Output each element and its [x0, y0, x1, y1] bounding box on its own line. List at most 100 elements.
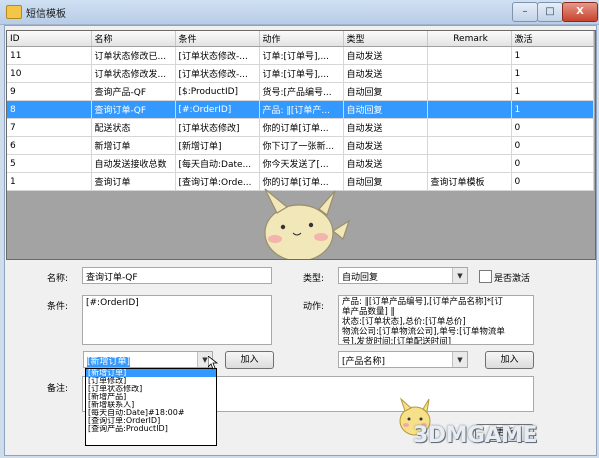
action-textarea[interactable]: 产品: ‖[订单产品编号],[订单产品名称]*[订 单产品数量] ‖ 状态:[订… [338, 295, 534, 345]
cell-action[interactable]: 货号:[产品编号... [259, 82, 344, 101]
cell-id[interactable]: 6 [7, 136, 92, 155]
cell-action[interactable]: 订单:[订单号],... [259, 64, 344, 83]
dropdown-option[interactable]: [订单状态修改] [86, 385, 216, 393]
cell-name[interactable]: 查询产品-QF [91, 82, 176, 101]
cell-type[interactable]: 自动回复 [343, 100, 428, 119]
cell-name[interactable]: 配送状态 [91, 118, 176, 137]
cell-remark[interactable] [427, 82, 512, 101]
type-select[interactable]: 自动回复 ▼ [338, 267, 468, 284]
cell-remark[interactable] [427, 100, 512, 119]
cell-id[interactable]: 10 [7, 64, 92, 83]
dropdown-option[interactable]: [查询订单:OrderID] [86, 417, 216, 425]
condition-dropdown-list[interactable]: [新增订单] [订单修改] [订单状态修改] [新增产品] [新增联系人] [每天自动:D… [85, 368, 217, 446]
cell-action[interactable]: 产品: ‖[订单产... [259, 100, 344, 119]
col-header-id[interactable]: ID [7, 31, 92, 47]
table-row[interactable]: 9 查询产品-QF [$:ProductID] 货号:[产品编号... 自动回复 1 [7, 82, 594, 101]
chevron-down-icon[interactable]: ▼ [452, 268, 467, 283]
cell-remark[interactable] [427, 154, 512, 173]
cell-type[interactable]: 自动发送 [343, 136, 428, 155]
col-header-type[interactable]: 类型 [343, 31, 428, 47]
maximize-button[interactable]: □ [537, 2, 563, 22]
cell-type[interactable]: 自动回复 [343, 82, 428, 101]
dropdown-option[interactable]: [新增联系人] [86, 401, 216, 409]
action-combo[interactable]: [产品名称] ▼ [338, 351, 468, 368]
cell-condition[interactable]: [订单状态修改-... [175, 46, 260, 65]
cell-action[interactable]: 订单:[订单号],... [259, 46, 344, 65]
table-row[interactable]: 8 查询订单-QF [#:OrderID] 产品: ‖[订单产... 自动回复 1 [7, 100, 594, 119]
col-header-condition[interactable]: 条件 [175, 31, 260, 47]
cell-active[interactable]: 0 [511, 118, 594, 137]
cell-type[interactable]: 自动发送 [343, 46, 428, 65]
active-checkbox[interactable] [479, 270, 492, 283]
dropdown-option[interactable]: [每天自动:Date]#18:00# [86, 409, 216, 417]
col-header-action[interactable]: 动作 [259, 31, 344, 47]
table-row[interactable]: 5 自动发送接收总数 [每天自动:Date... 你今天发送了[... 自动发送 0 [7, 154, 594, 173]
cell-remark[interactable] [427, 118, 512, 137]
cell-id[interactable]: 11 [7, 46, 92, 65]
cell-active[interactable]: 1 [511, 100, 594, 119]
add-condition-button[interactable]: 加入 [225, 351, 274, 369]
table-row[interactable]: 7 配送状态 [订单状态修改] 你的订单[订单... 自动发送 0 [7, 118, 594, 137]
cell-condition[interactable]: [$:ProductID] [175, 82, 260, 101]
add-action-button[interactable]: 加入 [485, 351, 534, 369]
cell-condition[interactable]: [订单状态修改] [175, 118, 260, 137]
title-bar[interactable]: 短信模板 – □ X [0, 0, 599, 25]
table-row[interactable]: 6 新增订单 [新增订单] 你下订了一张新... 自动发送 0 [7, 136, 594, 155]
table-row[interactable]: 10 订单状态修改发... [订单状态修改-... 订单:[订单号],... 自动发送 1 [7, 64, 594, 83]
cell-condition[interactable]: [新增订单] [175, 136, 260, 155]
condition-textarea[interactable]: [#:OrderID] [82, 295, 272, 345]
cell-action[interactable]: 你今天发送了[... [259, 154, 344, 173]
close-button[interactable]: X [562, 2, 598, 22]
condition-combo[interactable]: [新增订单] ▼ [83, 351, 213, 368]
cell-name[interactable]: 新增订单 [91, 136, 176, 155]
mascot-watermark [264, 188, 351, 259]
col-header-name[interactable]: 名称 [91, 31, 176, 47]
action-line: 号],发货时间:[订单配送时间] [342, 337, 452, 345]
cell-remark[interactable] [427, 64, 512, 83]
action-line: 产品: ‖[订单产品编号],[订单产品名称]*[订 [342, 297, 503, 307]
cell-type[interactable]: 自动发送 [343, 118, 428, 137]
active-label: 是否激活 [494, 274, 531, 284]
col-header-remark[interactable]: Remark [427, 31, 512, 47]
cell-name[interactable]: 订单状态修改已... [91, 46, 176, 65]
main-window: 短信模板 – □ X ID 名称 条件 动作 类型 Remark 激活 11 订… [0, 0, 599, 458]
template-grid[interactable]: ID 名称 条件 动作 类型 Remark 激活 11 订单状态修改已... [订单… [6, 30, 596, 260]
cell-condition[interactable]: [每天自动:Date... [175, 154, 260, 173]
cell-id[interactable]: 1 [7, 172, 92, 191]
cell-name[interactable]: 查询订单-QF [91, 100, 176, 119]
cell-name[interactable]: 查询订单 [91, 172, 176, 191]
cell-active[interactable]: 0 [511, 136, 594, 155]
cell-name[interactable]: 自动发送接收总数 [91, 154, 176, 173]
name-input[interactable]: 查询订单-QF [82, 267, 272, 284]
cell-active[interactable]: 1 [511, 64, 594, 83]
cell-type[interactable]: 自动发送 [343, 64, 428, 83]
action-line: 状态:[订单状态],总价:[订单总价] [342, 317, 466, 327]
cell-id[interactable]: 8 [7, 100, 92, 119]
dropdown-option[interactable]: [订单修改] [86, 377, 216, 385]
minimize-button[interactable]: – [512, 2, 538, 22]
cell-id[interactable]: 5 [7, 154, 92, 173]
chevron-down-icon[interactable]: ▼ [452, 352, 467, 367]
table-row[interactable]: 11 订单状态修改已... [订单状态修改-... 订单:[订单号],... 自动发送 1 [7, 46, 594, 65]
cell-active[interactable]: 0 [511, 172, 594, 191]
dropdown-option[interactable]: [新增订单] [86, 369, 216, 377]
cell-remark[interactable] [427, 46, 512, 65]
cell-active[interactable]: 0 [511, 154, 594, 173]
cell-name[interactable]: 订单状态修改发... [91, 64, 176, 83]
dropdown-option[interactable]: [新增产品] [86, 393, 216, 401]
cell-remark[interactable] [427, 136, 512, 155]
dropdown-option[interactable]: [查询产品:ProductID] [86, 425, 216, 433]
cell-action[interactable]: 你的订单[订单... [259, 118, 344, 137]
cell-id[interactable]: 7 [7, 118, 92, 137]
cell-remark[interactable]: 查询订单模板 [427, 172, 512, 191]
cell-id[interactable]: 9 [7, 82, 92, 101]
window-title: 短信模板 [26, 9, 66, 20]
cell-condition[interactable]: [#:OrderID] [175, 100, 260, 119]
client-area: ID 名称 条件 动作 类型 Remark 激活 11 订单状态修改已... [订单… [4, 25, 597, 456]
col-header-active[interactable]: 激活 [511, 31, 594, 47]
cell-active[interactable]: 1 [511, 46, 594, 65]
cell-active[interactable]: 1 [511, 82, 594, 101]
cell-condition[interactable]: [订单状态修改-... [175, 64, 260, 83]
cell-type[interactable]: 自动发送 [343, 154, 428, 173]
cell-action[interactable]: 你下订了一张新... [259, 136, 344, 155]
